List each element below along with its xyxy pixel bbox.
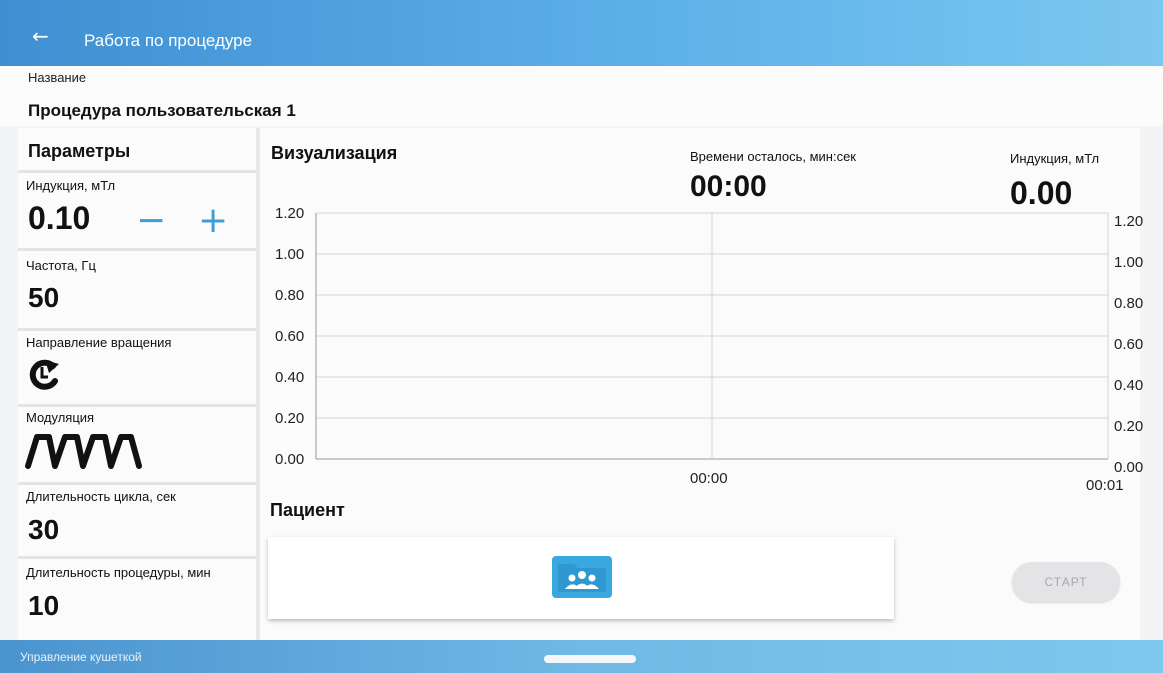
couch-control-label[interactable]: Управление кушеткой: [20, 650, 142, 664]
frequency-value[interactable]: 50: [28, 282, 59, 314]
rotation-label: Направление вращения: [26, 335, 172, 350]
back-arrow-icon[interactable]: ←: [32, 26, 49, 46]
current-induction-value: 0.00: [1010, 175, 1073, 211]
induction-plus-button[interactable]: +: [198, 203, 228, 239]
induction-label: Индукция, мТл: [26, 178, 116, 193]
current-induction-label: Индукция, мТл: [1010, 151, 1100, 166]
start-button[interactable]: СТАРТ: [1012, 562, 1120, 602]
induction-minus-button[interactable]: −: [136, 203, 166, 239]
procedure-duration-label: Длительность процедуры, мин: [26, 565, 211, 580]
visualization-title: Визуализация: [271, 143, 398, 163]
square-wave-icon[interactable]: [25, 433, 143, 474]
procedure-name-value: Процедура пользовательская 1: [28, 101, 296, 120]
divider: [18, 170, 256, 173]
patients-folder-icon[interactable]: [552, 556, 612, 598]
divider: [18, 328, 256, 331]
patient-title: Пациент: [270, 500, 345, 520]
divider: [18, 556, 256, 559]
time-left-label: Времени осталось, мин:сек: [690, 149, 856, 164]
app-title: Работа по процедуре: [84, 31, 253, 50]
cycle-duration-label: Длительность цикла, сек: [26, 489, 176, 504]
divider: [18, 404, 256, 407]
procedure-duration-value[interactable]: 10: [28, 590, 59, 622]
divider: [18, 248, 256, 251]
cycle-duration-value[interactable]: 30: [28, 514, 59, 546]
modulation-label: Модуляция: [26, 410, 95, 425]
rotate-ccw-icon[interactable]: [27, 357, 67, 398]
divider: [18, 482, 256, 485]
home-indicator[interactable]: [544, 655, 636, 663]
time-left-value: 00:00: [690, 170, 767, 203]
frequency-label: Частота, Гц: [26, 258, 96, 273]
induction-value[interactable]: 0.10: [28, 200, 90, 237]
parameters-title: Параметры: [28, 141, 131, 161]
procedure-name-label: Название: [28, 70, 87, 85]
app-header: ← Работа по процедуре: [0, 0, 1163, 66]
